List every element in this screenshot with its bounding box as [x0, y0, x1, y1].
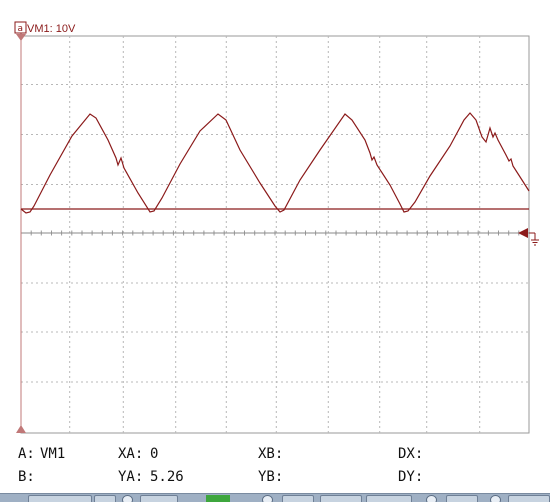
readout-dx-key: DX: [398, 446, 424, 462]
scope-display: a VM1: 10V [0, 0, 550, 440]
oscilloscope-window: a VM1: 10V A: VM1 XA: 0 XB: DX: B: YA: 5… [0, 0, 550, 502]
taskbar-button[interactable] [508, 495, 550, 502]
taskbar-button[interactable] [282, 495, 314, 502]
app-icon[interactable] [122, 495, 133, 502]
taskbar-button[interactable] [140, 495, 178, 502]
readout-dy-key: DY: [398, 469, 424, 485]
taskbar-button[interactable] [28, 495, 92, 502]
taskbar-button[interactable] [446, 495, 478, 502]
channel-marker: a [18, 24, 24, 34]
app-icon[interactable] [426, 495, 437, 502]
readout-ya-value: 5.26 [150, 469, 184, 485]
readout-yb-key: YB: [258, 469, 284, 485]
cursor-readout-panel: A: VM1 XA: 0 XB: DX: B: YA: 5.26 YB: DY: [0, 441, 550, 491]
readout-a-key: A: [18, 446, 35, 462]
readout-a-value: VM1 [40, 446, 66, 462]
taskbar-button[interactable] [366, 495, 412, 502]
scope-screen: a VM1: 10V [14, 21, 539, 434]
readout-ya-key: YA: [118, 469, 144, 485]
taskbar-button[interactable] [320, 495, 362, 502]
taskbar [0, 493, 550, 502]
readout-b-key: B: [18, 469, 35, 485]
readout-xb-key: XB: [258, 446, 284, 462]
readout-xa-value: 0 [150, 446, 159, 462]
ground-icon [529, 232, 539, 246]
readout-xa-key: XA: [118, 446, 144, 462]
channel-label: VM1: 10V [27, 23, 76, 35]
app-icon[interactable] [490, 495, 501, 502]
taskbar-button[interactable] [94, 495, 116, 502]
app-icon[interactable] [262, 495, 273, 502]
app-icon[interactable] [206, 495, 230, 502]
